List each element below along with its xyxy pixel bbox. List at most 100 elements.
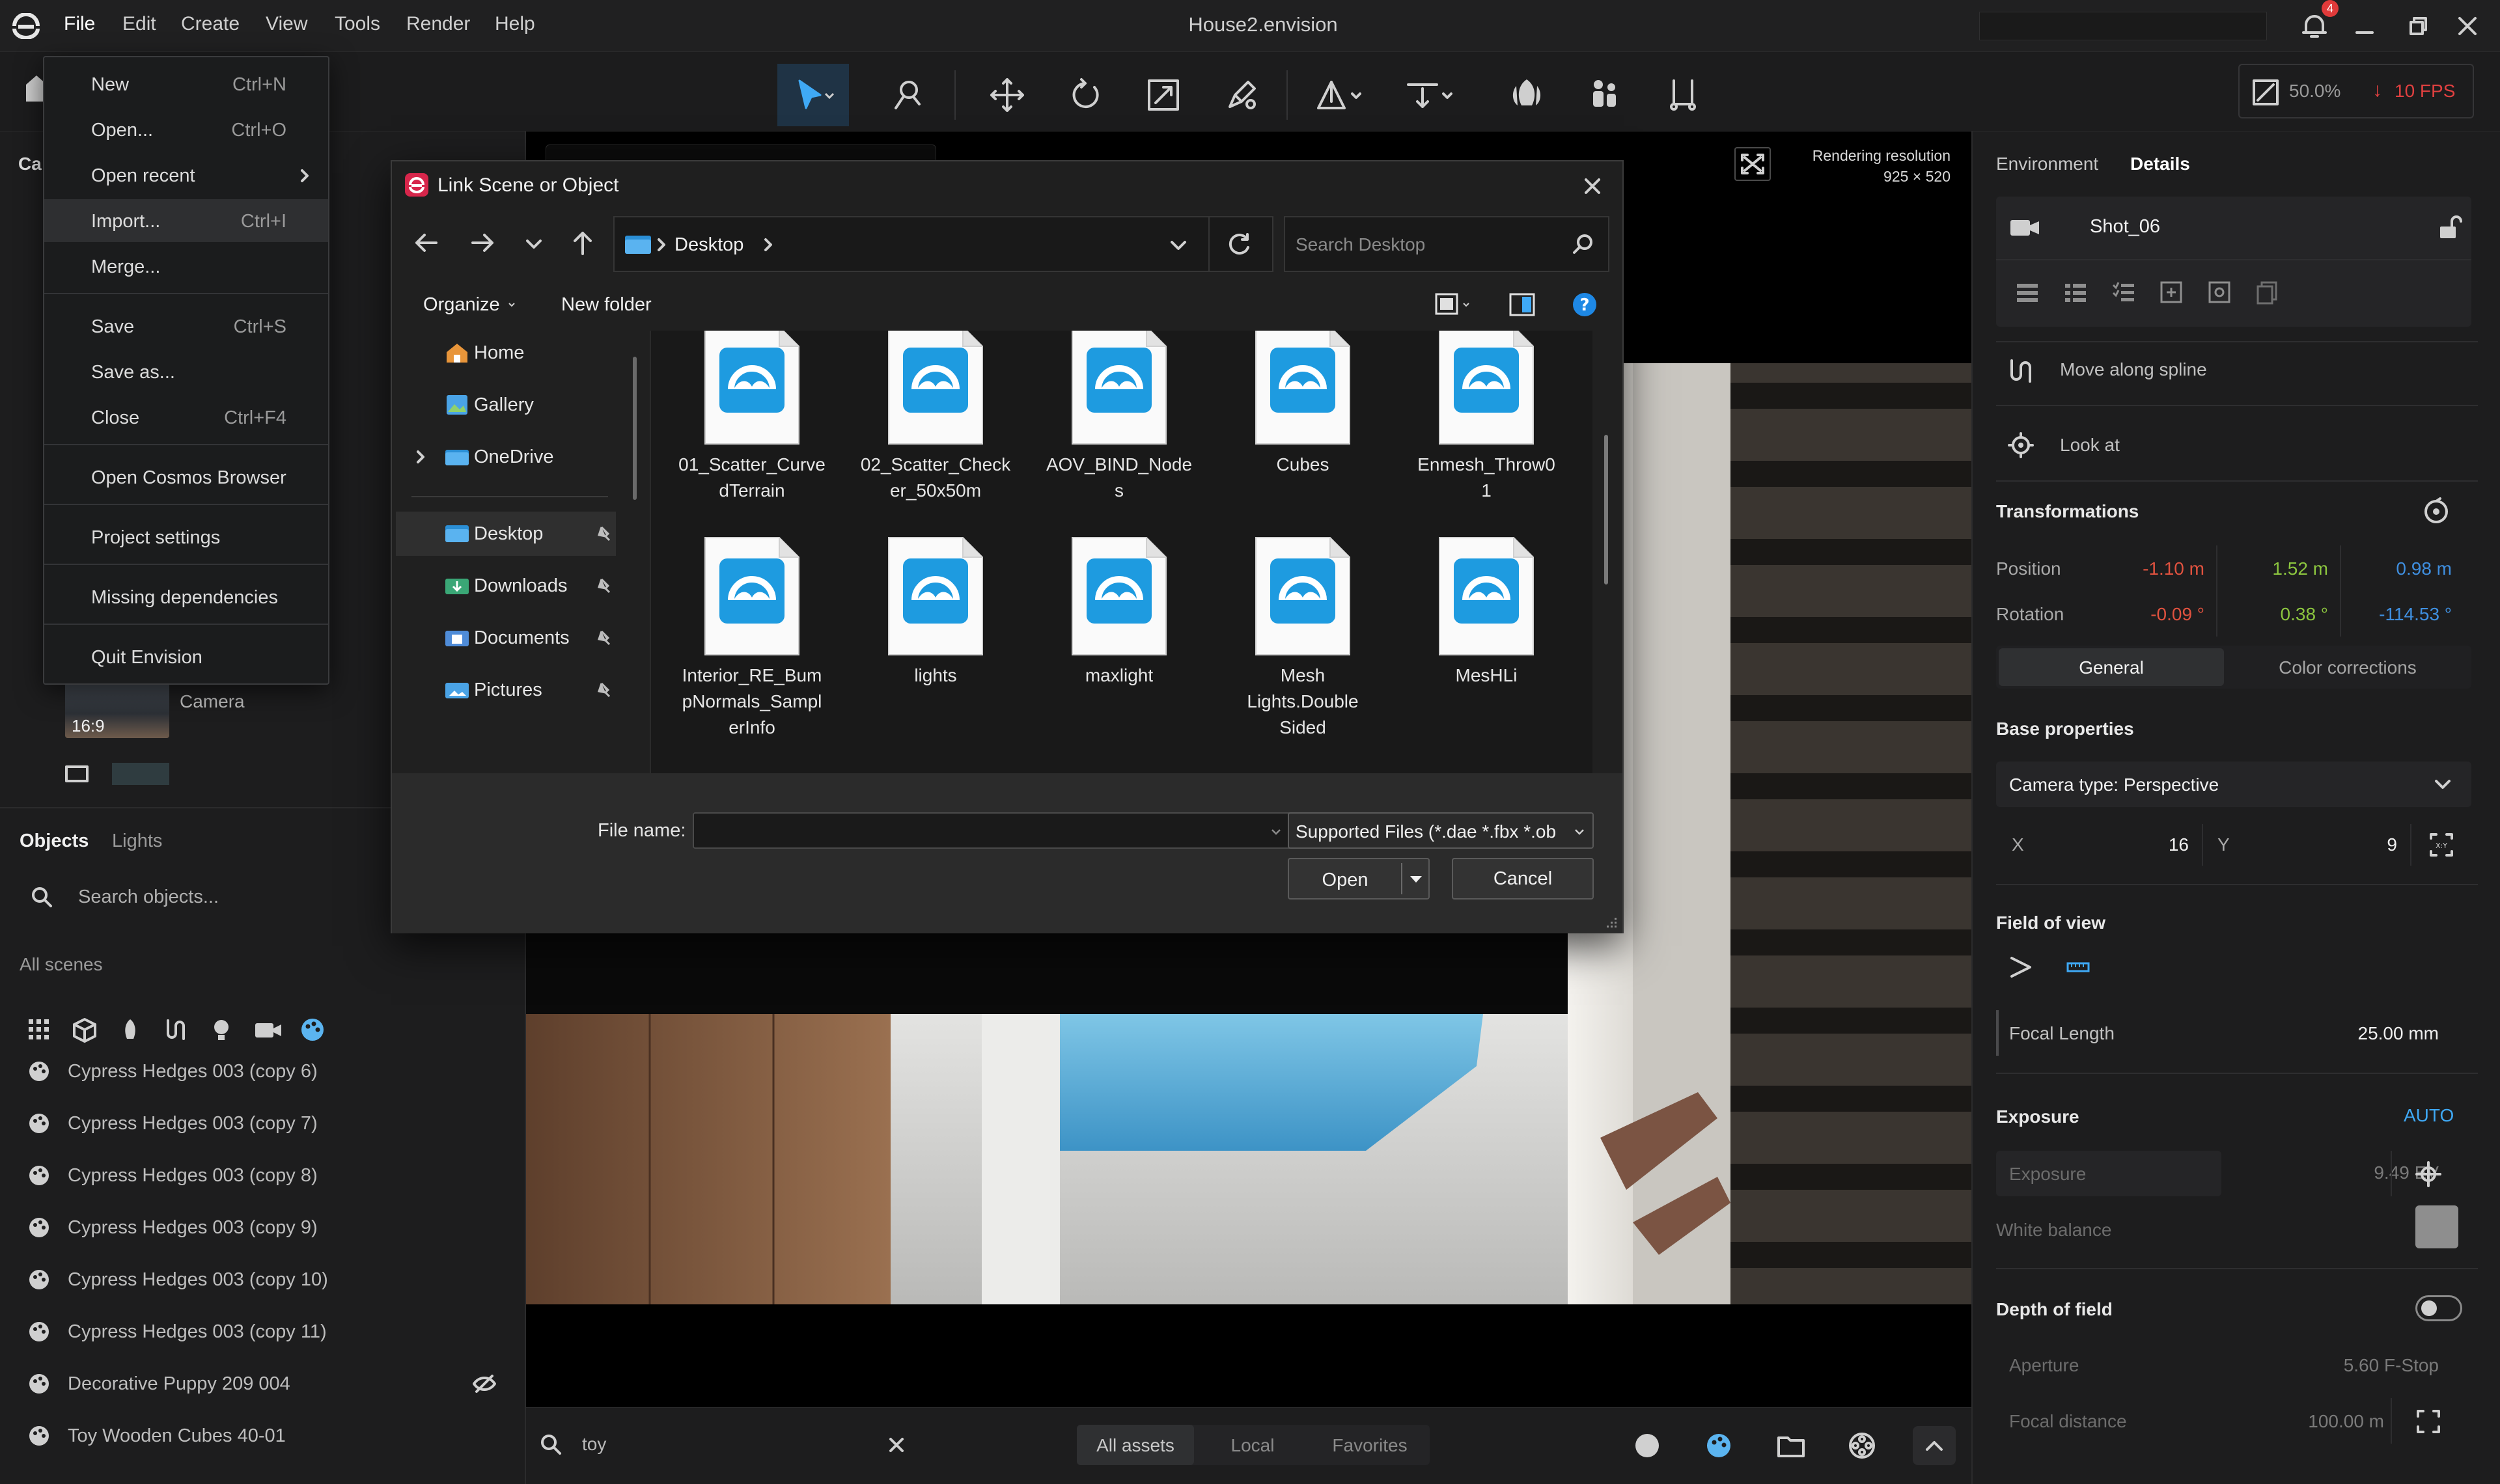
list-item[interactable]: Cypress Hedges 003 (copy 6): [26, 1061, 318, 1091]
address-history-chevron-icon[interactable]: [1165, 234, 1191, 256]
file-name-input[interactable]: [693, 812, 1292, 849]
cameras-tab-partial[interactable]: Ca: [18, 154, 42, 174]
tab-objects[interactable]: Objects: [20, 831, 89, 852]
rotation-z[interactable]: -114.53 °: [2341, 604, 2452, 625]
list-item[interactable]: Cypress Hedges 003 (copy 10): [26, 1260, 328, 1299]
list-item[interactable]: Cypress Hedges 003 (copy 11): [26, 1312, 327, 1351]
pin-icon[interactable]: [595, 629, 613, 647]
menu-item-quit[interactable]: Quit Envision: [44, 635, 328, 678]
menu-view[interactable]: View: [266, 13, 307, 35]
focal-length-input[interactable]: 25.00 mm: [2259, 1023, 2439, 1044]
fov-angle-icon[interactable]: [2007, 953, 2035, 982]
file-item[interactable]: lights: [848, 535, 1023, 689]
menu-item-save-as[interactable]: Save as...: [44, 350, 328, 393]
collapse-assets-button[interactable]: [1913, 1426, 1956, 1465]
aspect-y-input[interactable]: 9: [2335, 834, 2397, 855]
asset-search-input[interactable]: toy: [582, 1434, 606, 1455]
menu-item-missing-dependencies[interactable]: Missing dependencies: [44, 575, 328, 618]
exposure-field[interactable]: Exposure: [1996, 1151, 2221, 1196]
menu-help[interactable]: Help: [495, 13, 535, 35]
tab-color-corrections[interactable]: Color corrections: [2230, 657, 2465, 678]
scale-tool-button[interactable]: [1128, 64, 1199, 126]
position-x[interactable]: -1.10 m: [2094, 558, 2204, 579]
file-item[interactable]: 01_Scatter_Curve dTerrain: [664, 331, 840, 504]
snap-tool-button[interactable]: [1206, 64, 1277, 126]
aspect-x-input[interactable]: 16: [2126, 834, 2189, 855]
focal-distance-value[interactable]: 100.00 m: [2207, 1411, 2384, 1432]
pin-icon[interactable]: [595, 577, 613, 595]
list-item[interactable]: Decorative Puppy 209 004: [26, 1364, 508, 1403]
list-item[interactable]: Cypress Hedges 003 (copy 8): [26, 1156, 318, 1195]
new-folder-button[interactable]: New folder: [561, 294, 652, 316]
file-item[interactable]: Enmesh_Throw0 1: [1398, 331, 1574, 504]
organize-button[interactable]: Organize: [423, 294, 500, 316]
swap-aspect-icon[interactable]: X:Y: [2427, 832, 2456, 858]
file-item[interactable]: AOV_BIND_Node s: [1031, 331, 1207, 504]
menu-item-import[interactable]: Import... Ctrl+I: [44, 199, 328, 242]
dialog-titlebar[interactable]: Link Scene or Object: [392, 161, 1622, 210]
place-tool-button[interactable]: [1302, 64, 1374, 126]
move-tool-button[interactable]: [971, 64, 1043, 126]
tab-local[interactable]: Local: [1194, 1435, 1311, 1456]
expand-chevron-icon[interactable]: [413, 449, 428, 465]
focal-length-ruler-icon[interactable]: [2064, 953, 2092, 982]
file-item[interactable]: Mesh Lights.Double Sided: [1215, 535, 1391, 741]
hidden-eye-icon[interactable]: [471, 1372, 497, 1395]
tab-favorites[interactable]: Favorites: [1311, 1435, 1428, 1456]
tab-lights[interactable]: Lights: [112, 831, 162, 852]
nav-scrollbar[interactable]: [633, 357, 637, 500]
vegetation-tool-button[interactable]: [1491, 64, 1562, 126]
menu-item-cosmos-browser[interactable]: Open Cosmos Browser: [44, 456, 328, 499]
object-search-input[interactable]: Search objects...: [78, 886, 219, 908]
folder-icon[interactable]: [1776, 1431, 1806, 1460]
file-item[interactable]: 02_Scatter_Check er_50x50m: [848, 331, 1023, 504]
list-item[interactable]: Toy Wooden Cubes 40-01: [26, 1416, 286, 1455]
up-arrow-icon[interactable]: [566, 227, 599, 259]
recent-locations-chevron-icon[interactable]: [520, 229, 548, 258]
breadcrumb-desktop[interactable]: Desktop: [674, 234, 743, 256]
rotation-x[interactable]: -0.09 °: [2094, 604, 2204, 625]
dof-toggle[interactable]: [2415, 1295, 2462, 1321]
nav-home[interactable]: Home: [444, 331, 524, 375]
list-item[interactable]: Cypress Hedges 003 (copy 9): [26, 1208, 318, 1247]
spline-icon[interactable]: [163, 1017, 189, 1043]
nav-onedrive[interactable]: OneDrive: [417, 435, 554, 479]
restore-icon[interactable]: [2405, 13, 2431, 39]
menu-tools[interactable]: Tools: [335, 13, 380, 35]
unlock-icon[interactable]: [2436, 215, 2462, 241]
app-logo-icon[interactable]: [12, 13, 40, 39]
pin-icon[interactable]: [595, 681, 613, 699]
menu-create[interactable]: Create: [181, 13, 240, 35]
menu-item-project-settings[interactable]: Project settings: [44, 515, 328, 558]
close-window-icon[interactable]: [2454, 13, 2480, 39]
menu-item-open[interactable]: Open... Ctrl+O: [44, 108, 328, 151]
menu-item-open-recent[interactable]: Open recent: [44, 154, 328, 197]
fullscreen-button[interactable]: [1734, 147, 1771, 181]
file-type-select[interactable]: Supported Files (*.dae *.fbx *.ob: [1288, 812, 1594, 849]
file-name-dropdown-icon[interactable]: [1267, 823, 1285, 841]
dialog-close-icon[interactable]: [1581, 174, 1604, 198]
nav-desktop[interactable]: Desktop: [444, 512, 613, 556]
film-reel-icon[interactable]: [1848, 1431, 1876, 1460]
cancel-button[interactable]: Cancel: [1452, 858, 1594, 900]
breadcrumb-chevron-icon[interactable]: [762, 237, 775, 253]
light-bulb-icon[interactable]: [208, 1017, 234, 1043]
palette-asset-icon[interactable]: [1704, 1431, 1733, 1460]
camera-type-select[interactable]: Camera type: Perspective: [1996, 762, 2471, 807]
nav-gallery[interactable]: Gallery: [444, 383, 534, 427]
top-search-field[interactable]: [1979, 12, 2267, 40]
help-icon[interactable]: ?: [1569, 289, 1600, 320]
file-item[interactable]: MesHLi: [1398, 535, 1574, 689]
cube-icon[interactable]: [72, 1017, 98, 1043]
all-types-grid-icon[interactable]: [26, 1017, 52, 1043]
pin-icon[interactable]: [595, 525, 613, 543]
camera-thumbnail-2[interactable]: [112, 763, 169, 785]
address-bar[interactable]: Desktop: [613, 216, 1273, 272]
list-item[interactable]: Cypress Hedges 003 (copy 7): [26, 1104, 318, 1143]
menu-item-save[interactable]: Save Ctrl+S: [44, 305, 328, 348]
position-z[interactable]: 0.98 m: [2341, 558, 2452, 579]
palette-filter-icon[interactable]: [299, 1017, 326, 1043]
exposure-auto-toggle[interactable]: AUTO: [2404, 1105, 2454, 1126]
open-options-dropdown-icon[interactable]: [1406, 870, 1426, 889]
nav-downloads[interactable]: Downloads: [444, 564, 567, 608]
